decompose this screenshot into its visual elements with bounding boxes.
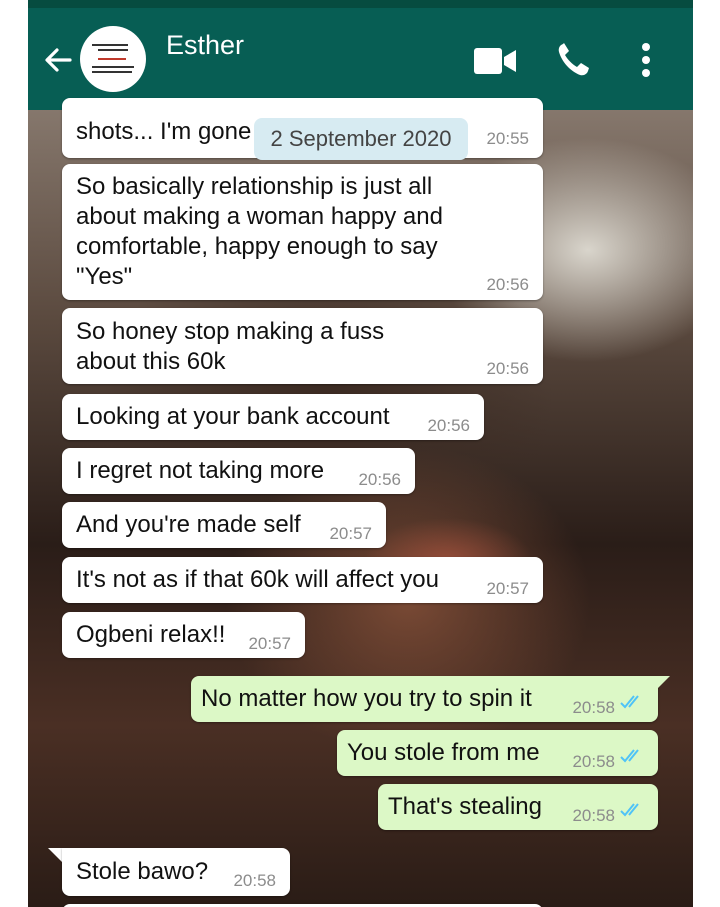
bubble-tail [48, 848, 62, 862]
message-time: 20:56 [486, 359, 529, 378]
double-check-icon [620, 695, 639, 709]
message-text: It's not as if that 60k will affect you [76, 566, 439, 593]
message-text: That's stealing [388, 793, 542, 820]
message-text: Looking at your bank account [76, 403, 390, 430]
message-line: comfortable, happy enough to say [76, 233, 438, 260]
message-time: 20:56 [427, 416, 470, 435]
message-bubble-outgoing[interactable]: You stole from me 20:58 [337, 730, 658, 776]
message-bubble[interactable]: I regret not taking more 20:56 [62, 448, 415, 494]
double-check-icon [620, 749, 639, 763]
more-vertical-icon[interactable] [640, 42, 652, 78]
message-bubble[interactable]: It's not as if that 60k will affect you … [62, 557, 543, 603]
message-bubble[interactable]: And you're made self 20:57 [62, 502, 386, 548]
message-text: shots... I'm gone [76, 118, 252, 145]
message-text: No matter how you try to spin it [201, 685, 532, 712]
message-time: 20:58 [233, 871, 276, 890]
contact-name[interactable]: Esther [166, 30, 244, 61]
message-bubble[interactable]: Looking at your bank account 20:56 [62, 394, 484, 440]
message-text: I regret not taking more [76, 457, 325, 484]
message-time: 20:55 [486, 129, 529, 148]
status-bar [28, 0, 693, 8]
message-time: 20:57 [329, 524, 372, 543]
message-time: 20:58 [572, 752, 615, 771]
video-camera-icon[interactable] [474, 48, 516, 74]
message-time: 20:57 [248, 634, 291, 653]
date-chip: 2 September 2020 [254, 118, 468, 160]
message-time: 20:58 [572, 806, 615, 825]
message-text: You stole from me [347, 739, 540, 766]
avatar[interactable] [80, 26, 146, 92]
message-list: shots... I'm gone 20:55 2 September 2020… [28, 98, 693, 907]
message-bubble-outgoing[interactable]: That's stealing 20:58 [378, 784, 658, 830]
message-bubble[interactable]: So honey stop making a fuss about this 6… [62, 308, 543, 384]
message-text: Ogbeni relax!! [76, 621, 226, 648]
message-bubble[interactable]: So basically relationship is just all ab… [62, 164, 543, 300]
bubble-tail [656, 676, 670, 690]
message-time: 20:56 [486, 275, 529, 294]
message-line: about making a woman happy and [76, 203, 443, 230]
message-line: "Yes" [76, 263, 133, 290]
message-bubble-outgoing[interactable]: No matter how you try to spin it 20:58 [191, 676, 658, 722]
phone-screen: Esther shots... I'm gone 20:55 2 Septemb… [28, 0, 693, 907]
chat-header: Esther [28, 8, 693, 110]
message-text: Stole bawo? [76, 858, 209, 885]
phone-icon[interactable] [556, 42, 590, 78]
arrow-left-icon[interactable] [42, 44, 74, 76]
message-time: 20:58 [572, 698, 615, 717]
message-time: 20:56 [358, 470, 401, 489]
message-bubble[interactable]: Ogbeni relax!! 20:57 [62, 612, 305, 658]
message-time: 20:57 [486, 579, 529, 598]
message-line: So basically relationship is just all [76, 173, 433, 200]
double-check-icon [620, 803, 639, 817]
message-line: about this 60k [76, 348, 226, 375]
message-line: So honey stop making a fuss [76, 318, 385, 345]
message-text: And you're made self [76, 511, 301, 538]
message-bubble[interactable]: Stole bawo? 20:58 [62, 848, 290, 896]
